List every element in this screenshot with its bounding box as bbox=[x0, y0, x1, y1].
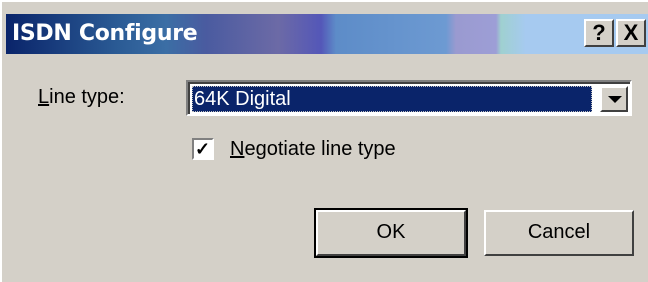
negotiate-label-rest: egotiate line type bbox=[244, 138, 396, 160]
close-button[interactable]: X bbox=[616, 19, 646, 47]
cancel-button[interactable]: Cancel bbox=[484, 210, 634, 256]
dropdown-arrow-button[interactable] bbox=[600, 86, 628, 112]
negotiate-accel: N bbox=[230, 138, 245, 160]
line-type-accel: L bbox=[38, 86, 50, 108]
negotiate-line-type-label[interactable]: Negotiate line type bbox=[230, 136, 396, 162]
line-type-label: Line type: bbox=[38, 84, 125, 110]
chevron-down-icon bbox=[608, 96, 622, 103]
line-type-dropdown-frame: 64K Digital bbox=[188, 82, 630, 114]
line-type-selected-value[interactable]: 64K Digital bbox=[192, 86, 592, 112]
help-button[interactable]: ? bbox=[584, 19, 614, 47]
title-bar[interactable]: ISDN Configure ? X bbox=[6, 14, 648, 54]
window-title: ISDN Configure bbox=[12, 21, 198, 46]
line-type-dropdown[interactable]: 64K Digital bbox=[186, 80, 632, 116]
line-type-label-rest: ine type: bbox=[49, 86, 125, 108]
ok-button[interactable]: OK bbox=[314, 208, 468, 258]
checkmark-icon: ✓ bbox=[195, 139, 211, 159]
negotiate-line-type-checkbox[interactable]: ✓ bbox=[192, 138, 214, 160]
isdn-configure-dialog: ISDN Configure ? X Line type: 64K Digita… bbox=[0, 0, 648, 282]
